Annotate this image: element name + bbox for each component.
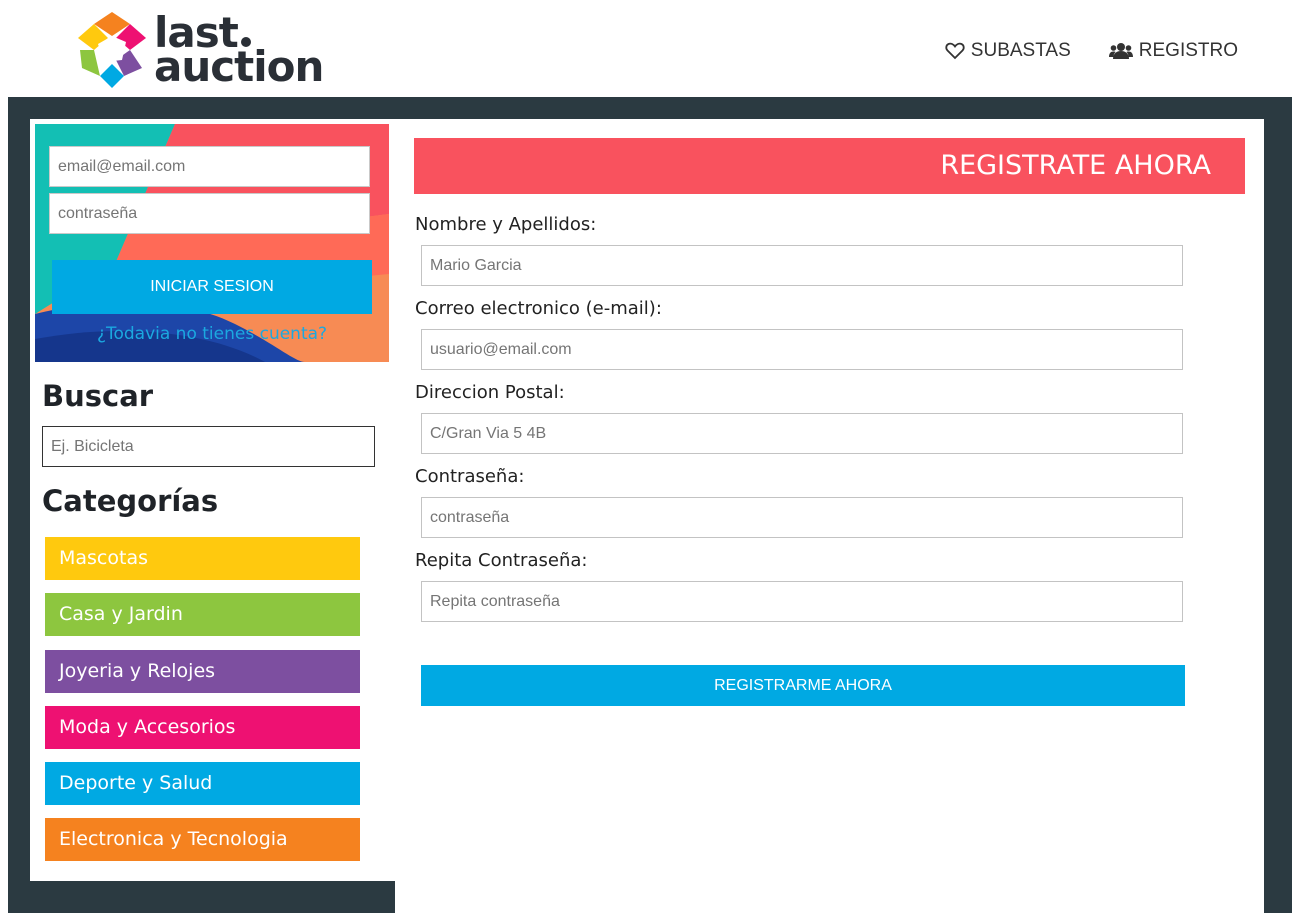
site-header: last auction SUBASTAS REGISTRO	[0, 0, 1292, 97]
main-nav: SUBASTAS REGISTRO	[945, 40, 1238, 62]
email-label: Correo electronico (e-mail):	[415, 298, 662, 319]
logo-icon	[78, 12, 146, 88]
address-field[interactable]	[421, 413, 1183, 454]
login-password-input[interactable]	[49, 193, 370, 234]
repeat-password-label: Repita Contraseña:	[415, 550, 588, 571]
search-input[interactable]	[42, 426, 375, 467]
category-joyeria-y-relojes[interactable]: Joyeria y Relojes	[45, 650, 360, 693]
login-email-input[interactable]	[49, 146, 370, 187]
categories-heading: Categorías	[42, 484, 219, 518]
register-banner: REGISTRATE AHORA	[414, 138, 1245, 194]
logo-line-2: auction	[154, 42, 324, 91]
nav-subastas[interactable]: SUBASTAS	[945, 40, 1071, 62]
heart-icon	[945, 42, 965, 60]
category-casa-y-jardin[interactable]: Casa y Jardin	[45, 593, 360, 636]
register-button[interactable]: REGISTRARME AHORA	[421, 665, 1185, 706]
category-mascotas[interactable]: Mascotas	[45, 537, 360, 580]
logo[interactable]: last auction	[76, 10, 324, 91]
nav-subastas-label: SUBASTAS	[970, 40, 1071, 61]
category-deporte-y-salud[interactable]: Deporte y Salud	[45, 762, 360, 805]
name-label: Nombre y Apellidos:	[415, 214, 597, 235]
login-box: INICIAR SESION ¿Todavia no tienes cuenta…	[35, 124, 389, 362]
nav-registro[interactable]: REGISTRO	[1108, 40, 1238, 62]
search-heading: Buscar	[42, 379, 154, 413]
email-field[interactable]	[421, 329, 1183, 370]
password-field[interactable]	[421, 497, 1183, 538]
address-label: Direccion Postal:	[415, 382, 565, 403]
login-button[interactable]: INICIAR SESION	[52, 260, 372, 314]
signup-link[interactable]: ¿Todavia no tienes cuenta?	[35, 324, 389, 344]
repeat-password-field[interactable]	[421, 581, 1183, 622]
category-electronica-y-tecnologia[interactable]: Electronica y Tecnologia	[45, 818, 360, 861]
category-moda-y-accesorios[interactable]: Moda y Accesorios	[45, 706, 360, 749]
users-icon	[1108, 43, 1133, 59]
nav-registro-label: REGISTRO	[1138, 40, 1238, 61]
name-field[interactable]	[421, 245, 1183, 286]
password-label: Contraseña:	[415, 466, 525, 487]
logo-text: last auction	[154, 11, 324, 91]
